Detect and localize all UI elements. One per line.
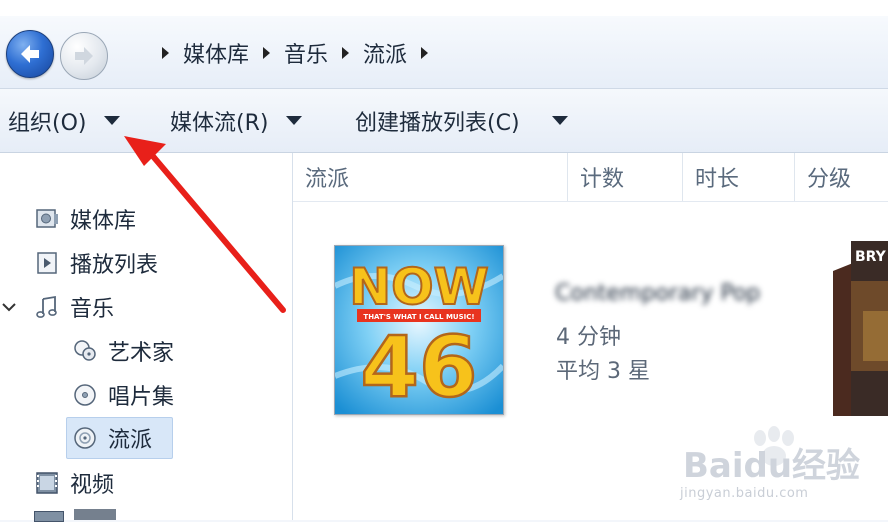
- stream-label: 媒体流(R): [170, 110, 269, 136]
- sidebar-item-label: 播放列表: [70, 253, 159, 278]
- genre-tile-rating: 平均 3 星: [556, 359, 650, 384]
- breadcrumb: 媒体库 音乐 流派: [150, 36, 440, 70]
- breadcrumb-genre[interactable]: 流派: [361, 37, 409, 69]
- artist-icon: [72, 338, 98, 364]
- column-label: 时长: [695, 167, 740, 192]
- video-icon: [34, 470, 60, 496]
- album-art-icon: NOW THAT'S WHAT I CALL MUSIC! 46: [335, 246, 503, 414]
- back-arrow-icon: [21, 45, 39, 63]
- toolbar: 组织(O) 媒体流(R) 创建播放列表(C): [0, 89, 888, 153]
- sidebar-item-library[interactable]: 媒体库: [34, 199, 136, 239]
- sidebar-item-label: 流派: [108, 428, 153, 453]
- sidebar-item-label: 视频: [70, 473, 115, 498]
- organize-label: 组织(O): [8, 110, 87, 136]
- genre-tile-title[interactable]: Contemporary Pop: [555, 281, 760, 306]
- navigation-pane: 媒体库 播放列表 音乐 艺术家 唱片集 流派 视频: [0, 153, 293, 522]
- column-length[interactable]: 时长: [683, 153, 795, 201]
- chevron-down-icon[interactable]: [0, 297, 20, 317]
- genre-icon: [72, 425, 98, 451]
- create-playlist-button[interactable]: 创建播放列表(C): [355, 89, 568, 152]
- sidebar-item-videos[interactable]: 视频: [34, 463, 114, 503]
- sidebar-item-albums[interactable]: 唱片集: [72, 375, 174, 415]
- sidebar-item-partial: [74, 509, 116, 520]
- sidebar-item-label: 媒体库: [70, 209, 137, 234]
- column-rating[interactable]: 分级: [795, 153, 888, 201]
- breadcrumb-separator-icon: [342, 47, 350, 59]
- watermark-url: jingyan.baidu.com: [680, 486, 809, 501]
- library-icon: [34, 206, 60, 232]
- svg-text:NOW: NOW: [349, 258, 489, 316]
- title-strip: [0, 0, 888, 16]
- breadcrumb-expand-icon[interactable]: [421, 47, 429, 59]
- album-cover-second[interactable]: BRY: [833, 241, 888, 416]
- column-label: 计数: [580, 167, 625, 192]
- album-cover-now46[interactable]: NOW THAT'S WHAT I CALL MUSIC! 46: [334, 245, 504, 415]
- svg-text:46: 46: [361, 318, 478, 414]
- column-label: 分级: [807, 167, 852, 192]
- sidebar-item-genre[interactable]: 流派: [66, 417, 173, 459]
- sidebar-item-label: 唱片集: [108, 385, 175, 410]
- column-label: 流派: [305, 167, 350, 192]
- column-genre[interactable]: 流派: [293, 153, 568, 201]
- organize-menu-button[interactable]: 组织(O): [8, 89, 121, 152]
- pictures-icon: [34, 511, 64, 522]
- album-icon: [72, 382, 98, 408]
- breadcrumb-separator-icon: [162, 47, 169, 59]
- stream-menu-button[interactable]: 媒体流(R): [170, 89, 303, 152]
- svg-text:BRY: BRY: [855, 249, 887, 265]
- breadcrumb-separator-icon: [263, 47, 271, 59]
- music-note-icon: [34, 294, 60, 320]
- watermark-brand: Baidu经验: [683, 446, 861, 486]
- forward-arrow-icon: [75, 47, 93, 65]
- chevron-down-icon: [286, 116, 303, 125]
- forward-button[interactable]: [60, 32, 108, 80]
- album-art-icon: BRY: [833, 241, 888, 416]
- sidebar-item-label: 艺术家: [108, 341, 175, 366]
- chevron-down-icon: [104, 116, 121, 125]
- chevron-down-icon: [551, 116, 568, 125]
- sidebar-item-playlists[interactable]: 播放列表: [34, 243, 158, 283]
- back-button[interactable]: [6, 30, 54, 78]
- column-header: 流派 计数 时长 分级: [293, 153, 888, 202]
- sidebar-item-artists[interactable]: 艺术家: [72, 331, 174, 371]
- sidebar-item-label: 音乐: [70, 297, 115, 322]
- create-playlist-label: 创建播放列表(C): [355, 110, 520, 136]
- navigation-bar: 媒体库 音乐 流派: [0, 0, 888, 89]
- playlist-icon: [34, 250, 60, 276]
- breadcrumb-music[interactable]: 音乐: [282, 37, 330, 69]
- breadcrumb-library[interactable]: 媒体库: [181, 37, 251, 69]
- sidebar-item-music[interactable]: 音乐: [34, 287, 114, 327]
- genre-tile-duration: 4 分钟: [556, 325, 621, 350]
- column-count[interactable]: 计数: [568, 153, 683, 201]
